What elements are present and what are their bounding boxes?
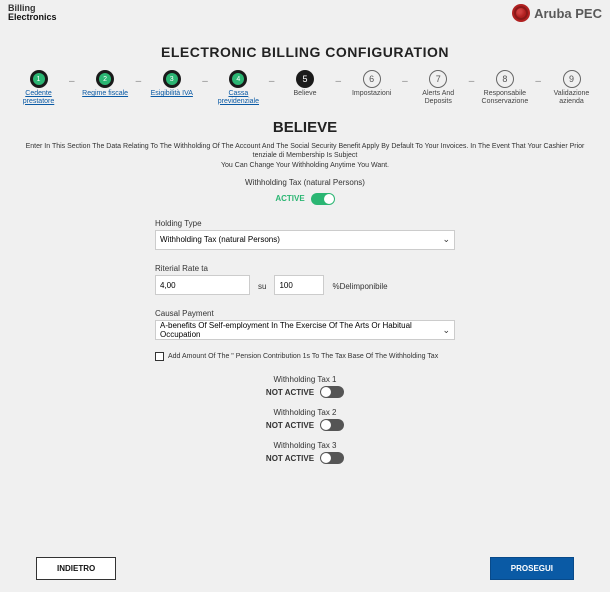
- active-toggle[interactable]: [311, 193, 335, 205]
- step-1[interactable]: 1 Cedente prestatore: [10, 70, 67, 105]
- step-9: 9 Validazione azienda: [543, 70, 600, 105]
- step-separator: –: [402, 76, 408, 87]
- withholding-status: NOT ACTIVE: [266, 454, 314, 463]
- chevron-down-icon: ⌄: [442, 234, 450, 245]
- step-circle: 2: [96, 70, 114, 88]
- withholding-item-1: Withholding Tax 1 NOT ACTIVE: [266, 375, 344, 398]
- pension-checkbox-label: Add Amount Of The " Pension Contribution…: [168, 353, 438, 360]
- step-3[interactable]: 3 Esigibilità IVA: [143, 70, 200, 98]
- step-separator: –: [336, 76, 342, 87]
- active-label: ACTIVE: [275, 194, 304, 203]
- step-circle: 1: [30, 70, 48, 88]
- holding-type-label: Holding Type: [155, 219, 455, 228]
- step-separator: –: [202, 76, 208, 87]
- section-title: BELIEVE: [0, 119, 610, 136]
- withholding-toggle-1[interactable]: [320, 386, 344, 398]
- withholding-title: Withholding Tax 1: [266, 375, 344, 384]
- step-separator: –: [469, 76, 475, 87]
- withholding-status: NOT ACTIVE: [266, 388, 314, 397]
- section-intro: Enter In This Section The Data Relating …: [0, 142, 610, 160]
- step-circle: 5: [296, 70, 314, 88]
- step-circle: 7: [429, 70, 447, 88]
- step-2[interactable]: 2 Regime fiscale: [77, 70, 134, 98]
- step-label: Alerts And Deposits: [410, 90, 467, 105]
- holding-type-select[interactable]: Withholding Tax (natural Persons) ⌄: [155, 230, 455, 250]
- su-label: su: [258, 282, 266, 291]
- step-circle: 6: [363, 70, 381, 88]
- withholding-title: Withholding Tax 2: [266, 408, 344, 417]
- step-label: Impostazioni: [352, 90, 391, 98]
- step-circle: 9: [563, 70, 581, 88]
- step-label[interactable]: Esigibilità IVA: [151, 90, 193, 98]
- withholding-toggle-2[interactable]: [320, 419, 344, 431]
- aruba-icon: [512, 4, 530, 22]
- withholding-title: Withholding Tax 3: [266, 441, 344, 450]
- page-title: ELECTRONIC BILLING CONFIGURATION: [0, 44, 610, 60]
- step-separator: –: [136, 76, 142, 87]
- step-5: 5 Believe: [276, 70, 333, 98]
- causal-label: Causal Payment: [155, 309, 455, 318]
- withholding-toggle-3[interactable]: [320, 452, 344, 464]
- step-separator: –: [69, 76, 75, 87]
- chevron-down-icon: ⌄: [442, 325, 450, 336]
- pension-checkbox[interactable]: [155, 352, 164, 361]
- back-button[interactable]: INDIETRO: [36, 557, 116, 580]
- step-label: Believe: [294, 90, 317, 98]
- step-label[interactable]: Cedente prestatore: [10, 90, 67, 105]
- step-separator: –: [535, 76, 541, 87]
- step-circle: 4: [229, 70, 247, 88]
- stepper: 1Cedente prestatore–2Regime fiscale–3Esi…: [10, 70, 600, 105]
- step-label[interactable]: Cassa previdenziale: [210, 90, 267, 105]
- step-separator: –: [269, 76, 275, 87]
- rate-input[interactable]: [155, 275, 250, 295]
- step-label: Responsabile Conservazione: [476, 90, 533, 105]
- step-6: 6 Impostazioni: [343, 70, 400, 98]
- step-circle: 3: [163, 70, 181, 88]
- step-4[interactable]: 4 Cassa previdenziale: [210, 70, 267, 105]
- brand-logo: Aruba PEC: [512, 4, 602, 22]
- su-input[interactable]: [274, 275, 324, 295]
- step-8: 8 Responsabile Conservazione: [476, 70, 533, 105]
- causal-select[interactable]: A-benefits Of Self-employment In The Exe…: [155, 320, 455, 340]
- section-intro2: You Can Change Your Withholding Anytime …: [0, 161, 610, 170]
- app-logo: Billing Electronics: [8, 4, 57, 22]
- step-label: Validazione azienda: [543, 90, 600, 105]
- next-button[interactable]: PROSEGUI: [490, 557, 574, 580]
- withholding-status: NOT ACTIVE: [266, 421, 314, 430]
- withholding-item-3: Withholding Tax 3 NOT ACTIVE: [266, 441, 344, 464]
- rate-label: Riterial Rate ta: [155, 264, 250, 273]
- withholding-list: Withholding Tax 1NOT ACTIVEWithholding T…: [155, 375, 455, 464]
- section-subhead: Withholding Tax (natural Persons): [0, 178, 610, 187]
- step-circle: 8: [496, 70, 514, 88]
- step-7: 7 Alerts And Deposits: [410, 70, 467, 105]
- withholding-item-2: Withholding Tax 2 NOT ACTIVE: [266, 408, 344, 431]
- step-label[interactable]: Regime fiscale: [82, 90, 128, 98]
- pct-label: %Delimponibile: [332, 282, 387, 291]
